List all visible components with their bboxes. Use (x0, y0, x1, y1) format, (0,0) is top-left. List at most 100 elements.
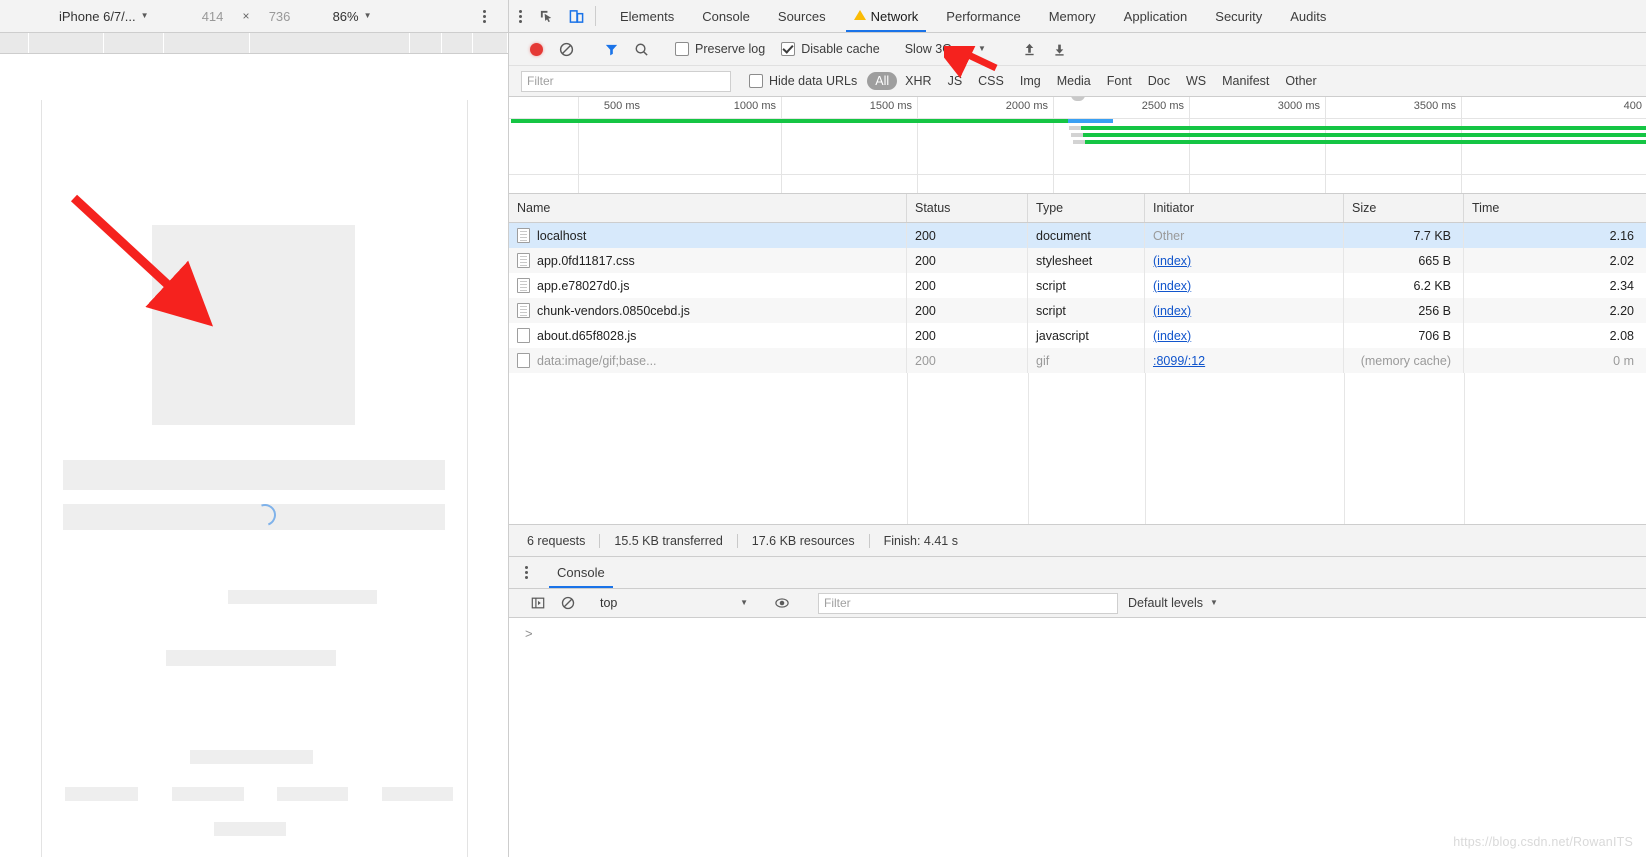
filter-type-font[interactable]: Font (1099, 72, 1140, 90)
devtools-main-menu-icon[interactable] (509, 0, 531, 32)
table-row[interactable]: data:image/gif;base... 200 gif :8099/:12… (509, 348, 1646, 373)
chevron-down-icon: ▼ (977, 44, 986, 53)
throttling-select[interactable]: Slow 3G ▼ (905, 42, 986, 56)
cell-name: localhost (537, 228, 587, 243)
filter-type-manifest[interactable]: Manifest (1214, 72, 1277, 90)
panel-tabs: Elements Console Sources Network Perform… (606, 0, 1340, 32)
cell-initiator-link[interactable]: (index) (1153, 279, 1191, 293)
clear-console-button[interactable] (553, 590, 583, 616)
checkbox-box (675, 42, 689, 56)
column-divider (1028, 373, 1029, 524)
cell-status: 200 (915, 328, 936, 343)
tab-network[interactable]: Network (840, 0, 933, 32)
drawer-tab-label: Console (557, 565, 605, 580)
overview-divider (509, 174, 1646, 175)
table-row[interactable]: app.0fd11817.css 200 stylesheet (index) … (509, 248, 1646, 273)
cell-time: 2.16 (1609, 228, 1634, 243)
column-header-size[interactable]: Size (1344, 194, 1464, 222)
device-options-kebab-icon[interactable] (476, 8, 492, 24)
disable-cache-checkbox[interactable]: Disable cache (781, 42, 880, 56)
filter-type-other[interactable]: Other (1277, 72, 1324, 90)
disable-cache-label: Disable cache (801, 42, 880, 56)
tab-label: Elements (620, 8, 675, 24)
tab-label: Application (1123, 8, 1188, 24)
skeleton-bar (227, 590, 377, 604)
overview-gridline (1189, 97, 1190, 193)
search-button[interactable] (626, 36, 656, 62)
table-row[interactable]: chunk-vendors.0850cebd.js 200 script (in… (509, 298, 1646, 323)
cell-initiator-link[interactable]: (index) (1153, 329, 1191, 343)
device-preset-select[interactable]: iPhone 6/7/... ▼ (56, 7, 152, 26)
skeleton-hero-image (151, 225, 355, 425)
export-har-button[interactable] (1045, 36, 1075, 62)
filter-type-xhr[interactable]: XHR (897, 72, 939, 90)
network-overview[interactable]: 500 ms 1000 ms 1500 ms 2000 ms 2500 ms 3… (509, 97, 1646, 194)
device-height-input[interactable]: 736 (259, 9, 301, 24)
zoom-select[interactable]: 86% ▼ (333, 9, 372, 24)
console-toolbar: top ▼ Default levels ▼ (509, 589, 1646, 618)
cell-type: document (1036, 228, 1091, 243)
skeleton-bar (276, 787, 348, 801)
drawer-tabbar: Console (509, 557, 1646, 589)
console-levels-select[interactable]: Default levels ▼ (1128, 596, 1218, 610)
tab-audits[interactable]: Audits (1276, 0, 1340, 32)
console-context-select[interactable]: top ▼ (596, 596, 754, 610)
tab-memory[interactable]: Memory (1035, 0, 1110, 32)
overview-request-bar-queue (1069, 126, 1081, 130)
cell-initiator-link[interactable]: (index) (1153, 254, 1191, 268)
cell-status: 200 (915, 228, 936, 243)
filter-type-img[interactable]: Img (1012, 72, 1049, 90)
filter-type-media[interactable]: Media (1049, 72, 1099, 90)
cell-initiator-link[interactable]: (index) (1153, 304, 1191, 318)
preserve-log-label: Preserve log (695, 42, 766, 56)
tab-console[interactable]: Console (688, 0, 764, 32)
column-header-name[interactable]: Name (509, 194, 907, 222)
ruler-segment (250, 33, 410, 53)
tab-sources[interactable]: Sources (764, 0, 840, 32)
cell-time: 2.02 (1609, 253, 1634, 268)
console-sidebar-button[interactable] (523, 590, 553, 616)
tab-security[interactable]: Security (1201, 0, 1276, 32)
cell-type: script (1036, 278, 1066, 293)
cell-status: 200 (915, 253, 936, 268)
filter-type-doc[interactable]: Doc (1140, 72, 1178, 90)
table-row[interactable]: app.e78027d0.js 200 script (index) 6.2 K… (509, 273, 1646, 298)
filter-type-ws[interactable]: WS (1178, 72, 1214, 90)
filter-type-all[interactable]: All (867, 72, 898, 90)
table-row[interactable]: localhost 200 document Other 7.7 KB 2.16 (509, 223, 1646, 248)
console-output[interactable]: > https://blog.csdn.net/RowanITS (509, 618, 1646, 857)
console-filter-input[interactable] (818, 592, 1118, 614)
ruler-segment (163, 33, 251, 53)
column-header-status[interactable]: Status (907, 194, 1028, 222)
toggle-device-toolbar-icon[interactable] (561, 0, 591, 32)
clear-button[interactable] (551, 36, 581, 62)
filter-toggle-button[interactable] (596, 36, 626, 62)
device-width-input[interactable]: 414 (192, 9, 234, 24)
filter-type-js[interactable]: JS (940, 72, 971, 90)
tab-label: Network (870, 8, 919, 24)
tab-label: Sources (777, 8, 826, 24)
tab-elements[interactable]: Elements (606, 0, 688, 32)
import-har-button[interactable] (1015, 36, 1045, 62)
filter-type-css[interactable]: CSS (970, 72, 1012, 90)
table-row[interactable]: about.d65f8028.js 200 javascript (index)… (509, 323, 1646, 348)
hide-data-urls-checkbox[interactable]: Hide data URLs (749, 74, 857, 88)
drawer-menu-icon[interactable] (509, 557, 543, 588)
live-expression-button[interactable] (767, 590, 797, 616)
overview-drag-handle[interactable] (1071, 97, 1085, 101)
network-filter-input[interactable] (521, 70, 731, 92)
zoom-label: 86% (332, 8, 359, 24)
column-header-initiator[interactable]: Initiator (1145, 194, 1344, 222)
preserve-log-checkbox[interactable]: Preserve log (675, 42, 765, 56)
inspect-element-icon[interactable] (531, 0, 561, 32)
tab-performance[interactable]: Performance (932, 0, 1034, 32)
column-divider (1344, 373, 1345, 524)
overview-request-bar (1085, 140, 1646, 144)
record-button[interactable] (521, 36, 551, 62)
network-request-table: Name Status Type Initiator Size Time loc… (509, 194, 1646, 556)
cell-initiator-link[interactable]: :8099/:12 (1153, 354, 1205, 368)
column-header-time[interactable]: Time (1464, 194, 1646, 222)
column-header-type[interactable]: Type (1028, 194, 1145, 222)
drawer-tab-console[interactable]: Console (543, 557, 619, 588)
tab-application[interactable]: Application (1110, 0, 1202, 32)
